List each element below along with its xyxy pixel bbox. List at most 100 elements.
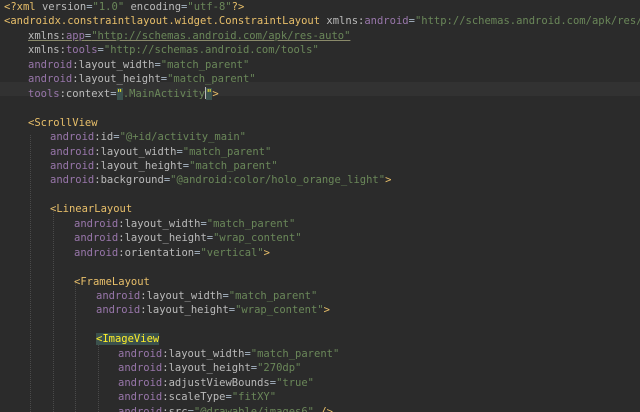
code-token: version bbox=[41, 1, 87, 13]
code-editor[interactable]: <?xml version="1.0" encoding="utf-8"?> <a… bbox=[0, 0, 640, 412]
code-token: android bbox=[118, 362, 163, 375]
code-line[interactable]: android:layout_height="270dp" bbox=[118, 361, 301, 375]
code-token: android bbox=[96, 304, 141, 317]
code-token: :layout_height bbox=[118, 232, 207, 245]
code-token: "vertical" bbox=[200, 246, 264, 259]
indent-guide bbox=[53, 207, 54, 412]
code-token: android bbox=[28, 73, 73, 86]
code-token: :adjustViewBounds bbox=[162, 376, 270, 389]
code-line[interactable]: xmlns:app="http://schemas.android.com/ap… bbox=[28, 29, 350, 43]
code-line[interactable]: android:src="@drawable/images6" /> bbox=[118, 405, 333, 412]
code-token: :layout_width bbox=[94, 145, 177, 158]
code-token: "fitXY" bbox=[231, 391, 277, 404]
code-token: > bbox=[263, 246, 270, 259]
code-token: android bbox=[50, 159, 95, 172]
code-token: <androidx.constraintlayout.widget.Constr… bbox=[4, 15, 327, 28]
code-token: "match_parent" bbox=[182, 145, 272, 158]
code-line[interactable]: android:layout_width="match_parent" bbox=[28, 58, 249, 72]
code-token: <ImageView bbox=[96, 333, 160, 346]
code-token: android bbox=[74, 246, 119, 259]
code-line[interactable]: android:background="@android:color/holo_… bbox=[50, 173, 391, 187]
code-line[interactable]: <androidx.constraintlayout.widget.Constr… bbox=[4, 14, 640, 28]
code-token: <LinearLayout bbox=[50, 203, 133, 216]
code-token: "1.0" bbox=[92, 1, 125, 13]
code-token: "wrap_content" bbox=[213, 232, 302, 245]
code-token: "true" bbox=[276, 376, 314, 389]
indent-guide bbox=[98, 337, 99, 412]
code-line[interactable]: android:scaleType="fitXY" bbox=[118, 390, 276, 404]
code-token: > bbox=[385, 174, 392, 187]
code-token: <FrameLayout bbox=[74, 275, 150, 288]
code-token: xmlns: bbox=[28, 44, 66, 57]
code-token: android bbox=[50, 131, 95, 144]
code-token: android bbox=[364, 15, 409, 28]
code-token: android bbox=[50, 145, 95, 158]
code-token: :layout_height bbox=[162, 362, 251, 375]
code-line[interactable]: android:layout_width="match_parent" bbox=[96, 289, 317, 303]
code-token: :orientation bbox=[118, 246, 195, 259]
code-line[interactable]: <FrameLayout bbox=[74, 275, 150, 289]
code-token: android bbox=[118, 347, 163, 360]
indent-guide bbox=[75, 280, 76, 412]
code-token: "match_parent" bbox=[160, 58, 250, 71]
code-line[interactable]: android:layout_width="match_parent" bbox=[118, 347, 339, 361]
code-token: :background bbox=[94, 174, 164, 187]
code-line[interactable]: android:layout_height="wrap_content" bbox=[74, 231, 302, 245]
code-token: = bbox=[110, 87, 117, 100]
code-line[interactable]: xmlns:tools="http://schemas.android.com/… bbox=[28, 43, 319, 57]
code-line[interactable]: android:orientation="vertical"> bbox=[74, 246, 270, 260]
code-token: ?> bbox=[231, 1, 245, 13]
code-token: :layout_height bbox=[140, 304, 229, 317]
code-line[interactable]: android:id="@+id/activity_main" bbox=[50, 130, 246, 144]
code-token: "@drawable/images6" bbox=[193, 405, 314, 412]
code-token: :layout_height bbox=[94, 159, 183, 172]
code-token: :layout_height bbox=[72, 73, 161, 86]
code-token: "match_parent" bbox=[250, 347, 340, 360]
code-line[interactable]: android:layout_height="match_parent" bbox=[50, 159, 278, 173]
code-token: "http://schemas.android.com/tools" bbox=[103, 44, 319, 57]
code-token: tools bbox=[65, 44, 98, 57]
code-token: "match_parent" bbox=[206, 217, 296, 230]
code-token: android bbox=[74, 232, 119, 245]
code-token: "wrap_content" bbox=[235, 304, 324, 317]
code-token: tools bbox=[28, 87, 60, 100]
code-token: "match_parent" bbox=[189, 159, 278, 172]
code-token: android bbox=[50, 174, 95, 187]
code-token: .MainActivity bbox=[122, 87, 206, 100]
code-token: android bbox=[96, 290, 141, 302]
code-line[interactable]: <ImageView bbox=[96, 332, 160, 346]
code-token: :layout_width bbox=[140, 290, 223, 302]
code-token: :src bbox=[162, 405, 188, 412]
code-token: android bbox=[74, 217, 119, 230]
code-token: android bbox=[28, 58, 73, 71]
code-token: "@android:color/holo_orange_light" bbox=[170, 174, 386, 187]
code-line[interactable]: tools:context=".MainActivity"> bbox=[28, 86, 219, 101]
code-token: <ScrollView bbox=[28, 116, 98, 129]
code-token: :layout_width bbox=[72, 58, 155, 71]
code-line[interactable]: android:layout_width="match_parent" bbox=[74, 217, 295, 231]
code-token: "270dp" bbox=[257, 362, 302, 375]
code-token: android bbox=[118, 391, 163, 404]
code-token: "http://schemas.android.com/apk/res-auto… bbox=[91, 29, 351, 42]
code-line[interactable]: <ScrollView bbox=[28, 116, 98, 130]
code-token: :layout_width bbox=[118, 217, 201, 230]
code-line[interactable]: <?xml version="1.0" encoding="utf-8"?> bbox=[4, 0, 244, 14]
code-line[interactable]: android:adjustViewBounds="true" bbox=[118, 376, 314, 390]
code-token: android bbox=[118, 405, 163, 412]
code-token: /> bbox=[314, 405, 333, 412]
code-token: "match_parent" bbox=[167, 73, 256, 86]
code-line[interactable]: android:layout_height="wrap_content"> bbox=[96, 303, 330, 317]
code-token: > bbox=[323, 304, 330, 317]
code-token: :context bbox=[59, 87, 111, 100]
code-line[interactable]: <LinearLayout bbox=[50, 202, 132, 216]
code-token: encoding bbox=[124, 1, 182, 13]
code-line[interactable]: android:layout_width="match_parent" bbox=[50, 145, 271, 159]
code-token: "@+id/activity_main" bbox=[119, 131, 246, 144]
code-token: "utf-8" bbox=[187, 1, 232, 13]
code-token: :scaleType bbox=[162, 391, 226, 404]
code-line[interactable]: android:layout_height="match_parent" bbox=[28, 72, 256, 86]
code-token: "match_parent" bbox=[228, 290, 318, 302]
code-token: "http://schemas.android.com/apk/res/andr… bbox=[414, 15, 640, 28]
code-token: android bbox=[118, 376, 163, 389]
code-token: :id bbox=[94, 131, 114, 144]
